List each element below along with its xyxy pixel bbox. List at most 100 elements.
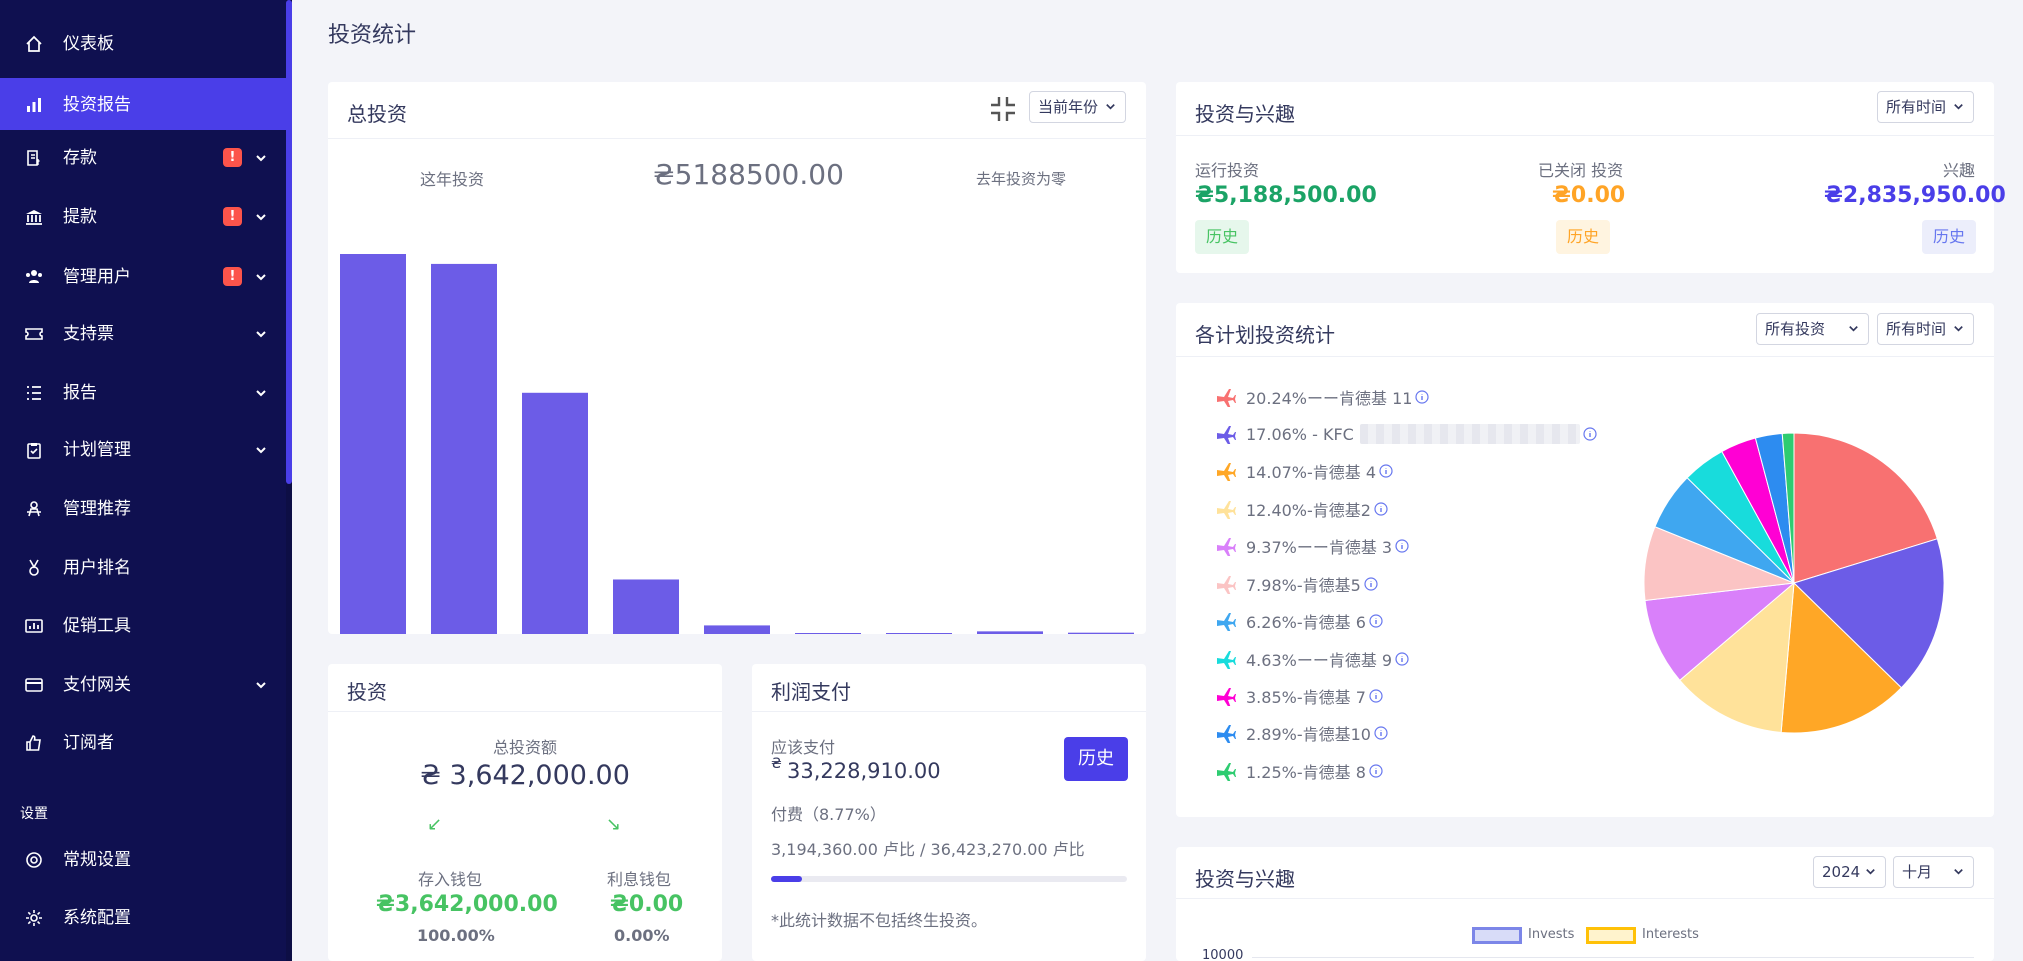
invest-card: 投资 总投资额 ₴ 3,642,000.00 ↙ ↘ 存入钱包 ₴3,642,0… [328, 664, 722, 961]
closed-history-button[interactable]: 历史 [1556, 220, 1610, 254]
gridline [1252, 957, 1974, 958]
sidebar: 仪表板 投资报告 存款! 提款! 管理用户! 支持票 报告 计划管理 管理推荐 用户排名 促销工具支… [0, 0, 292, 961]
plane-icon [1216, 761, 1236, 781]
history-button[interactable]: 历史 [1064, 737, 1128, 781]
info-icon[interactable] [1379, 464, 1393, 478]
card-title: 投资与兴趣 [1195, 867, 1295, 891]
fee-label: 付费（8.77%） [771, 805, 886, 824]
profit-payment-card: 利润支付 应该支付 ₴ 33,228,910.00 历史 付费（8.77%） 3… [752, 664, 1146, 961]
plane-icon [1216, 611, 1236, 631]
sidebar-settings-item[interactable]: 常规设置 [0, 833, 286, 887]
chevron-down-icon [254, 443, 268, 457]
info-icon[interactable] [1374, 502, 1388, 516]
sidebar-scrollbar-thumb[interactable] [286, 0, 292, 484]
sidebar-item-label: 存款 [63, 148, 97, 168]
sidebar-item[interactable]: 仪表板 [0, 17, 286, 71]
period-select[interactable]: 当前年份 [1029, 91, 1126, 123]
due-label: 应该支付 [771, 738, 836, 757]
legend-label: 9.37%ーー肯德基 3 [1246, 538, 1393, 557]
promo-icon [24, 616, 44, 636]
info-icon[interactable] [1395, 652, 1409, 666]
interest-wallet-label: 利息钱包 [607, 870, 672, 889]
app-root: 仪表板 投资报告 存款! 提款! 管理用户! 支持票 报告 计划管理 管理推荐 用户排名 促销工具支… [0, 0, 2023, 961]
card-header: 总投资 当前年份 [328, 82, 1146, 139]
sidebar-item[interactable]: 投资报告 [0, 78, 286, 130]
invest-select[interactable]: 所有投资 [1756, 313, 1869, 345]
legend-item: 3.85%-肯德基 7 [1216, 684, 1383, 708]
collapse-icon[interactable] [988, 94, 1018, 124]
card-title: 投资与兴趣 [1195, 102, 1295, 126]
legend-label: 6.26%-肯德基 6 [1246, 613, 1366, 632]
sidebar-item[interactable]: 计划管理 [0, 423, 286, 477]
info-icon[interactable] [1369, 764, 1383, 778]
legend-label: 4.63%ーー肯德基 9 [1246, 651, 1393, 670]
sidebar-item[interactable]: 促销工具 [0, 599, 286, 653]
y-axis-top-label: 10000 [1202, 948, 1244, 961]
sidebar-item[interactable]: 管理用户! [0, 250, 286, 304]
sidebar-item[interactable]: 存款! [0, 131, 286, 185]
info-icon[interactable] [1364, 577, 1378, 591]
chevron-down-icon [1864, 865, 1877, 878]
plane-icon [1216, 536, 1236, 556]
legend-label: 12.40%-肯德基2 [1246, 501, 1371, 520]
closed-invest-label: 已关闭 投资 [1538, 161, 1624, 180]
info-icon[interactable] [1369, 689, 1383, 703]
alert-badge: ! [223, 148, 242, 167]
time-select[interactable]: 所有时间 [1877, 313, 1974, 345]
info-icon[interactable] [1374, 726, 1388, 740]
invest-select-value: 所有投资 [1765, 320, 1826, 338]
time-select[interactable]: 所有时间 [1877, 91, 1974, 123]
interest-value: ₴2,835,950.00 [1824, 183, 2006, 208]
legend-label: 2.89%-肯德基10 [1246, 725, 1371, 744]
card-title: 投资 [347, 680, 387, 704]
bar-5 [704, 625, 770, 634]
running-history-button[interactable]: 历史 [1195, 220, 1249, 254]
list-icon [24, 383, 44, 403]
chevron-down-icon [1847, 322, 1860, 335]
legend-label: 17.06% - KFC [1246, 424, 1354, 444]
bank-icon [24, 207, 44, 227]
sidebar-item[interactable]: 订阅者 [0, 716, 286, 770]
sidebar-item[interactable]: 提款! [0, 190, 286, 244]
total-invest-amount-value: ₴ 3,642,000.00 [420, 760, 630, 791]
sidebar-item[interactable]: 支持票 [0, 307, 286, 361]
legend-label: 1.25%-肯德基 8 [1246, 763, 1366, 782]
invest-interest-card: 投资与兴趣 所有时间 运行投资 ₴5,188,500.00 历史 已关闭 投资 … [1176, 82, 2006, 273]
sidebar-item[interactable]: 管理推荐 [0, 482, 286, 536]
sidebar-settings-item[interactable]: 系统配置 [0, 891, 286, 945]
info-icon[interactable] [1583, 427, 1597, 441]
total-invest-bar-chart [340, 254, 1134, 634]
legend-item: 2.89%-肯德基10 [1216, 721, 1388, 745]
info-icon[interactable] [1415, 390, 1430, 404]
info-icon[interactable] [1395, 539, 1409, 553]
sidebar-item[interactable]: 报告 [0, 366, 286, 420]
legend-item: 4.63%ーー肯德基 9 [1216, 647, 1409, 671]
home-icon [24, 34, 44, 54]
settings-section-label: 设置 [20, 806, 48, 822]
deposit-wallet-label: 存入钱包 [418, 870, 483, 889]
legend-label: 14.07%-肯德基 4 [1246, 463, 1377, 482]
bar-7 [886, 633, 952, 634]
plane-icon [1216, 649, 1236, 669]
sidebar-item[interactable]: 支付网关 [0, 658, 286, 712]
year-select[interactable]: 2024 [1813, 856, 1886, 888]
plane-icon [1216, 424, 1236, 444]
plane-icon [1216, 499, 1236, 519]
sidebar-item-label: 投资报告 [63, 95, 131, 115]
interest-history-button[interactable]: 历史 [1922, 220, 1976, 254]
legend-item: 7.98%-肯德基5 [1216, 572, 1378, 596]
card-header: 利润支付 [752, 664, 1146, 712]
card-header: 投资 [328, 664, 722, 712]
alert-badge: ! [223, 207, 242, 226]
month-select[interactable]: 十月 [1893, 856, 1974, 888]
chevron-down-icon [254, 151, 268, 165]
plane-icon [1216, 723, 1236, 743]
legend-interests-label: Interests [1642, 927, 1699, 942]
sidebar-item-label: 提款 [63, 207, 97, 227]
alert-badge: ! [223, 267, 242, 286]
running-invest-value: ₴5,188,500.00 [1195, 183, 1377, 208]
chevron-down-icon [254, 327, 268, 341]
info-icon[interactable] [1369, 614, 1383, 628]
sidebar-item[interactable]: 用户排名 [0, 541, 286, 595]
sidebar-scrollbar[interactable] [286, 0, 292, 961]
